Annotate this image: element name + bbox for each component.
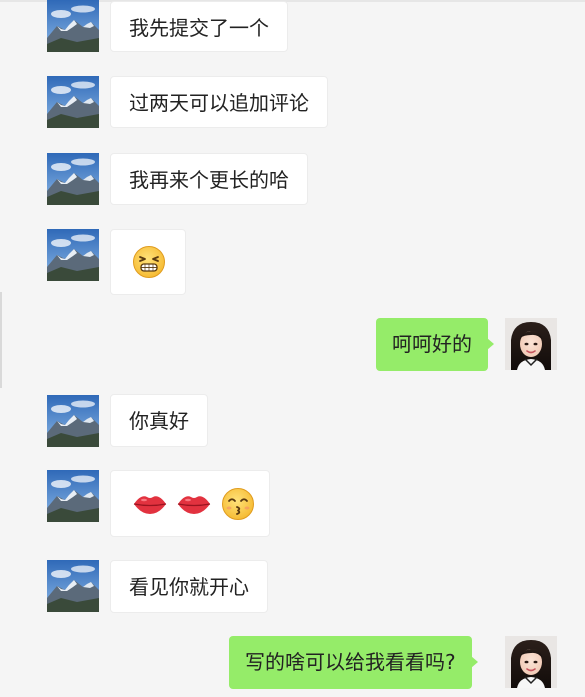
lips-icon xyxy=(133,495,167,514)
kissing-smiling-eyes-emoji-icon xyxy=(222,487,254,520)
message-text: 我先提交了一个 xyxy=(129,16,269,40)
grinning-squint-emoji-icon xyxy=(133,246,165,278)
contact-avatar[interactable] xyxy=(47,0,99,52)
mountain-landscape-icon xyxy=(47,153,99,205)
mountain-landscape-icon xyxy=(47,0,99,52)
contact-avatar[interactable] xyxy=(47,560,99,612)
mountain-landscape-icon xyxy=(47,76,99,128)
incoming-message-bubble[interactable]: 看见你就开心 xyxy=(110,560,268,613)
mountain-landscape-icon xyxy=(47,560,99,612)
incoming-message-bubble[interactable]: 我再来个更长的哈 xyxy=(110,153,308,205)
message-text: 看见你就开心 xyxy=(129,575,249,599)
outgoing-message-bubble[interactable]: 写的啥可以给我看看吗? xyxy=(229,636,478,689)
my-avatar[interactable] xyxy=(505,318,557,370)
incoming-message-bubble[interactable]: 过两天可以追加评论 xyxy=(110,76,328,128)
incoming-message-bubble[interactable]: 我先提交了一个 xyxy=(110,1,288,52)
message-text: 我再来个更长的哈 xyxy=(129,168,289,192)
mountain-landscape-icon xyxy=(47,470,99,522)
mountain-landscape-icon xyxy=(47,395,99,447)
mountain-landscape-icon xyxy=(47,229,99,281)
woman-portrait-icon xyxy=(505,318,557,370)
contact-avatar[interactable] xyxy=(47,153,99,205)
outgoing-message-bubble[interactable]: 呵呵好的 xyxy=(376,318,494,371)
lips-icon xyxy=(177,495,211,514)
contact-avatar[interactable] xyxy=(47,76,99,128)
incoming-message-bubble[interactable]: 你真好 xyxy=(110,394,208,447)
incoming-message-bubble[interactable] xyxy=(110,229,186,295)
contact-avatar[interactable] xyxy=(47,395,99,447)
my-avatar[interactable] xyxy=(505,636,557,688)
incoming-message-bubble[interactable] xyxy=(110,470,270,537)
message-text: 过两天可以追加评论 xyxy=(129,91,309,115)
message-text: 你真好 xyxy=(129,409,189,433)
message-text: 呵呵好的 xyxy=(392,332,472,356)
woman-portrait-icon xyxy=(505,636,557,688)
contact-avatar[interactable] xyxy=(47,229,99,281)
scrollbar-track[interactable] xyxy=(0,292,2,388)
message-text: 写的啥可以给我看看吗? xyxy=(245,650,456,674)
contact-avatar[interactable] xyxy=(47,470,99,522)
